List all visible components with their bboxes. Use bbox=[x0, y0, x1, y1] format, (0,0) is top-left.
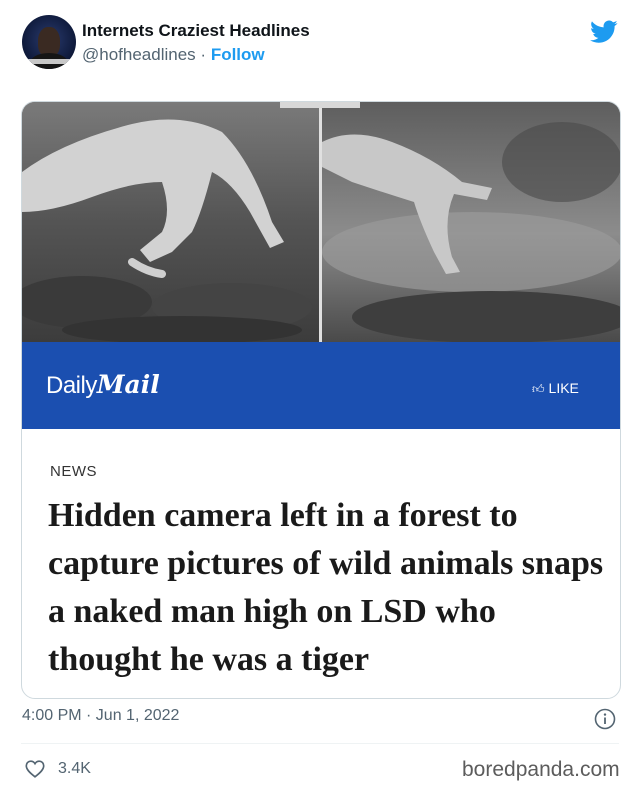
thumbs-up-icon: 👍︎ bbox=[532, 382, 545, 396]
heart-icon[interactable] bbox=[24, 758, 46, 780]
author-name[interactable]: Internets Craziest Headlines bbox=[82, 21, 310, 41]
follow-button[interactable]: Follow bbox=[211, 45, 265, 64]
info-icon[interactable] bbox=[594, 708, 616, 730]
article-photo[interactable] bbox=[22, 102, 620, 342]
like-button[interactable]: 👍︎ LIKE bbox=[532, 380, 579, 397]
author-handle[interactable]: @hofheadlines bbox=[82, 45, 196, 64]
dailymail-logo[interactable]: DailyMail bbox=[46, 370, 160, 400]
tweet-timestamp[interactable]: 4:00 PM · Jun 1, 2022 bbox=[22, 707, 179, 725]
article-card[interactable]: DailyMail 👍︎ LIKE NEWS Hidden camera left… bbox=[21, 101, 621, 699]
section-label: NEWS bbox=[50, 463, 97, 480]
like-count[interactable]: 3.4K bbox=[58, 760, 91, 778]
headline[interactable]: Hidden camera left in a forest to captur… bbox=[48, 492, 608, 684]
separator-dot: · bbox=[200, 45, 207, 64]
avatar-banner-strip bbox=[22, 59, 76, 64]
twitter-bird-icon[interactable] bbox=[590, 20, 618, 44]
like-label: LIKE bbox=[548, 380, 579, 396]
trail-camera-photo bbox=[22, 102, 620, 342]
divider bbox=[21, 743, 619, 744]
avatar[interactable] bbox=[22, 15, 76, 69]
dailymail-banner: DailyMail 👍︎ LIKE bbox=[22, 342, 620, 429]
watermark: boredpanda.com bbox=[462, 758, 620, 781]
tweet-header: Internets Craziest Headlines @hofheadlin… bbox=[0, 0, 640, 90]
handle-line: @hofheadlines · Follow bbox=[82, 45, 265, 65]
